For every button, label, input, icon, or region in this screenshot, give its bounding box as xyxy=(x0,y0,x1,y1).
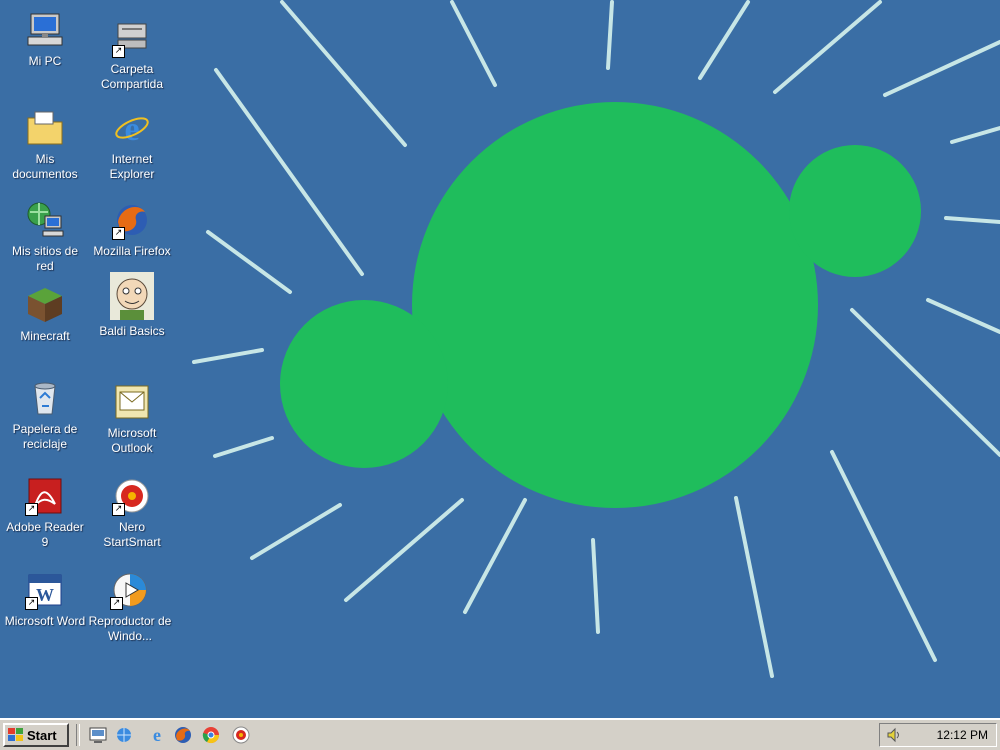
desktop-icon-nero[interactable]: ↗ Nero StartSmart xyxy=(90,476,174,550)
windows-flag-icon xyxy=(8,728,23,741)
outlook-icon xyxy=(112,382,152,422)
clock[interactable]: 12:12 PM xyxy=(937,728,988,742)
desktop-icon-firefox[interactable]: ↗ Mozilla Firefox xyxy=(90,200,174,259)
desktop-icon-label: Mis documentos xyxy=(12,152,78,181)
chrome-icon[interactable] xyxy=(201,725,221,745)
start-button[interactable]: Start xyxy=(3,723,69,747)
desktop-icon-baldi-basics[interactable]: Baldi Basics xyxy=(90,272,174,339)
desktop[interactable]: Mi PC Mis documentos Mis sitios de red M… xyxy=(0,0,1000,718)
desktop-icon-label: Minecraft xyxy=(20,329,70,343)
desktop-icon-minecraft[interactable]: Minecraft xyxy=(3,285,87,344)
desktop-icon-network-places[interactable]: Mis sitios de red xyxy=(3,200,87,274)
network-places-icon xyxy=(25,200,65,240)
internet-explorer-icon: e xyxy=(112,108,152,148)
desktop-icon-label: Reproductor de Windo... xyxy=(88,614,172,643)
taskbar-divider xyxy=(76,724,80,746)
desktop-icon-shared-folder[interactable]: ↗ Carpeta Compartida xyxy=(90,18,174,92)
nero-icon: ↗ xyxy=(112,476,152,516)
desktop-icon-label: Mi PC xyxy=(28,54,62,68)
svg-text:W: W xyxy=(36,585,54,605)
firefox-icon: ↗ xyxy=(112,200,152,240)
desktop-icon-label: Nero StartSmart xyxy=(103,520,161,549)
desktop-icon-media-player[interactable]: ↗ Reproductor de Windo... xyxy=(88,570,172,644)
shortcut-arrow-icon: ↗ xyxy=(25,597,38,610)
desktop-icon-label: Papelera de reciclaje xyxy=(12,422,78,451)
desktop-icon-label: Mis sitios de red xyxy=(11,244,79,273)
baldi-icon xyxy=(110,272,154,320)
desktop-icon-label: Microsoft Outlook xyxy=(107,426,157,455)
taskbar: Start e 12:12 PM xyxy=(0,718,1000,750)
volume-icon[interactable] xyxy=(886,727,902,743)
firefox-icon[interactable] xyxy=(173,725,193,745)
recycle-bin-icon xyxy=(25,378,65,418)
desktop-icon-microsoft-outlook[interactable]: Microsoft Outlook xyxy=(90,382,174,456)
shortcut-arrow-icon: ↗ xyxy=(25,503,38,516)
desktop-icon-my-pc[interactable]: Mi PC xyxy=(3,10,87,69)
desktop-icon-label: Mozilla Firefox xyxy=(93,244,171,258)
desktop-icon-label: Adobe Reader 9 xyxy=(6,520,84,549)
computer-icon xyxy=(25,10,65,50)
shortcut-arrow-icon: ↗ xyxy=(112,503,125,516)
desktop-icon-label: Carpeta Compartida xyxy=(100,62,164,91)
shared-folder-icon: ↗ xyxy=(112,18,152,58)
desktop-icon-my-documents[interactable]: Mis documentos xyxy=(3,108,87,182)
minecraft-icon xyxy=(25,285,65,325)
documents-folder-icon xyxy=(25,108,65,148)
media-player-icon: ↗ xyxy=(110,570,150,610)
desktop-icon-microsoft-word[interactable]: W ↗ Microsoft Word xyxy=(3,570,87,629)
desktop-icon-internet-explorer[interactable]: e Internet Explorer xyxy=(90,108,174,182)
start-label: Start xyxy=(27,727,57,743)
desktop-icon-label: Baldi Basics xyxy=(99,324,165,338)
network-icon[interactable] xyxy=(114,725,134,745)
desktop-icon-label: Microsoft Word xyxy=(4,614,86,628)
word-icon: W ↗ xyxy=(25,570,65,610)
svg-text:e: e xyxy=(153,725,161,745)
internet-explorer-icon[interactable]: e xyxy=(147,725,167,745)
nero-icon[interactable] xyxy=(231,725,251,745)
desktop-icon-recycle-bin[interactable]: Papelera de reciclaje xyxy=(3,378,87,452)
adobe-reader-icon: ↗ xyxy=(25,476,65,516)
shortcut-arrow-icon: ↗ xyxy=(110,597,123,610)
shortcut-arrow-icon: ↗ xyxy=(112,45,125,58)
desktop-icon-label: Internet Explorer xyxy=(109,152,155,181)
system-tray: 12:12 PM xyxy=(879,723,997,747)
desktop-icon-adobe-reader[interactable]: ↗ Adobe Reader 9 xyxy=(3,476,87,550)
show-desktop-icon[interactable] xyxy=(88,725,108,745)
svg-text:e: e xyxy=(124,111,139,148)
shortcut-arrow-icon: ↗ xyxy=(112,227,125,240)
